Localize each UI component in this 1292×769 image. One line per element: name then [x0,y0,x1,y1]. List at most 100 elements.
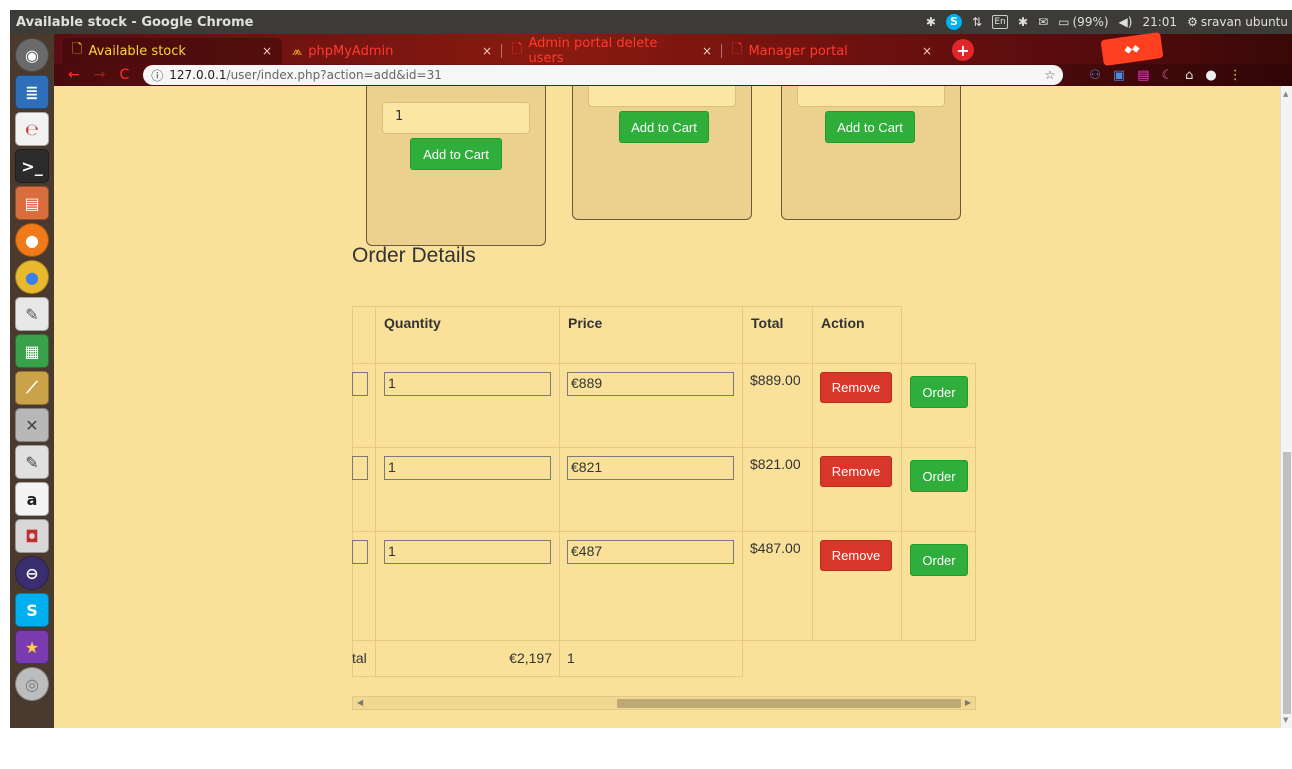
profile-avatar-icon[interactable]: ● [1205,68,1216,83]
bookmark-star-icon[interactable]: ☆ [1044,68,1055,82]
screenshot-icon[interactable]: ◘ [15,519,49,553]
address-bar[interactable]: ⓘ 127.0.0.1/user/index.php?action=add&id… [143,65,1064,85]
moon-extension-icon[interactable]: ☾ [1162,68,1174,83]
session-menu[interactable]: ⚙ sravan ubuntu [1187,15,1288,29]
scroll-up-icon[interactable]: ▲ [1283,90,1288,98]
tab-available-stock[interactable]: 🗋 Available stock × [62,38,282,64]
writer-doc-icon[interactable]: ≣ [15,75,49,109]
remove-button[interactable]: Remove [820,372,892,403]
scroll-thumb[interactable] [1283,452,1291,714]
add-to-cart-button[interactable]: Add to Cart [410,138,502,170]
product-quantity-input[interactable] [797,86,945,107]
row-price-input[interactable]: €487 [567,540,734,564]
theme-logo: ◆◆ [1100,31,1164,67]
bluetooth-icon[interactable]: ✱ [926,15,936,29]
reload-icon[interactable]: C [119,67,129,83]
product-card: Add to Cart [572,86,752,220]
bluetooth-secondary-icon[interactable]: ✱ [1018,15,1028,29]
forward-icon[interactable]: → [94,67,106,83]
column-header-price: Price [559,306,743,364]
column-header-total: Total [742,306,813,364]
volume-icon[interactable]: ◀) [1119,15,1133,29]
chrome-icon[interactable]: ● [15,260,49,294]
info-icon[interactable]: ⓘ [151,67,163,84]
tab-admin-portal[interactable]: 🗋 Admin portal delete users × [502,36,722,66]
keyboard-indicator[interactable]: En [992,15,1009,29]
page-icon: 🗋 [512,42,523,57]
battery-indicator[interactable]: ▭ (99%) [1058,15,1108,29]
remove-button[interactable]: Remove [820,540,892,571]
order-button[interactable]: Order [910,544,968,576]
scroll-left-icon[interactable]: ◀ [357,697,363,709]
remove-button[interactable]: Remove [820,456,892,487]
row-quantity-input[interactable]: 1 [384,372,551,396]
url-host: 127.0.0.1 [169,68,227,82]
row-name-input[interactable] [352,372,368,396]
firefox-icon[interactable]: ● [15,223,49,257]
people-extension-icon[interactable]: ⚇ [1089,68,1101,83]
battery-percent: (99%) [1072,15,1109,29]
table-horizontal-scrollbar[interactable]: ◀ ▶ [352,696,976,710]
tab-label: Manager portal [748,43,848,59]
pdf-reader-icon[interactable]: ℮ [15,112,49,146]
page-icon: 🗋 [72,42,83,57]
row-quantity-input[interactable]: 1 [384,456,551,480]
product-card: 1 Add to Cart [366,86,546,246]
video-extension-icon[interactable]: ▣ [1113,68,1125,83]
close-icon[interactable]: × [482,44,492,58]
page-vertical-scrollbar[interactable]: ▲ ▼ [1280,86,1292,728]
tab-manager-portal[interactable]: 🗋 Manager portal × [722,38,942,64]
scroll-right-icon[interactable]: ▶ [965,697,971,709]
scroll-down-icon[interactable]: ▼ [1283,716,1288,724]
notes-icon[interactable]: ✎ [15,445,49,479]
row-total: $487.00 [750,540,801,556]
skype-indicator-icon[interactable]: S [945,14,962,30]
clock[interactable]: 21:01 [1142,15,1177,29]
skype-icon[interactable]: S [15,593,49,627]
user-name: sravan ubuntu [1200,15,1288,29]
row-price-input[interactable]: €889 [567,372,734,396]
settings-tools-icon[interactable]: ✕ [15,408,49,442]
window-title: Available stock - Google Chrome [16,14,254,30]
order-details-heading: Order Details [352,244,476,267]
close-icon[interactable]: × [262,44,272,58]
dash-icon[interactable]: ◉ [15,38,49,72]
back-icon[interactable]: ← [68,67,80,83]
product-quantity-input[interactable] [588,86,736,107]
add-to-cart-button[interactable]: Add to Cart [825,111,915,143]
new-tab-button[interactable]: + [952,39,974,61]
menu-kebab-icon[interactable]: ⋮ [1229,68,1242,83]
add-to-cart-button[interactable]: Add to Cart [619,111,709,143]
spreadsheet-icon[interactable]: ▦ [15,334,49,368]
scroll-thumb[interactable] [617,699,961,708]
order-button[interactable]: Order [910,376,968,408]
amazon-icon[interactable]: a [15,482,49,516]
text-editor-icon[interactable]: ✎ [15,297,49,331]
tab-phpmyadmin[interactable]: ⩕ phpMyAdmin × [282,38,502,64]
row-name-input[interactable] [352,540,368,564]
phpmyadmin-icon: ⩕ [292,43,303,59]
mail-icon[interactable]: ✉ [1038,15,1048,29]
row-name-input[interactable] [352,456,368,480]
tab-strip: 🗋 Available stock × ⩕ phpMyAdmin × 🗋 Adm… [54,31,1292,67]
network-icon[interactable]: ⇅ [972,15,982,29]
browser-window: 🗋 Available stock × ⩕ phpMyAdmin × 🗋 Adm… [54,31,1292,728]
pink-extension-icon[interactable]: ▤ [1137,68,1149,83]
eclipse-icon[interactable]: ⊖ [15,556,49,590]
row-price-input[interactable]: €821 [567,456,734,480]
terminal-icon[interactable]: >_ [15,149,49,183]
close-icon[interactable]: × [922,44,932,58]
sql-tool-icon[interactable]: ⟋ [15,371,49,405]
order-button[interactable]: Order [910,460,968,492]
incognito-extension-icon[interactable]: ⌂ [1185,68,1193,83]
disc-icon[interactable]: ◎ [15,667,49,701]
row-quantity-input[interactable]: 1 [384,540,551,564]
file-manager-icon[interactable]: ▤ [15,186,49,220]
tab-label: phpMyAdmin [308,43,394,59]
product-quantity-input[interactable]: 1 [382,102,530,134]
table-header-cell [352,306,376,364]
footer-total-amount: €2,197 [509,650,552,666]
star-app-icon[interactable]: ★ [15,630,49,664]
close-icon[interactable]: × [702,44,712,58]
footer-total-label: tal [352,650,367,666]
